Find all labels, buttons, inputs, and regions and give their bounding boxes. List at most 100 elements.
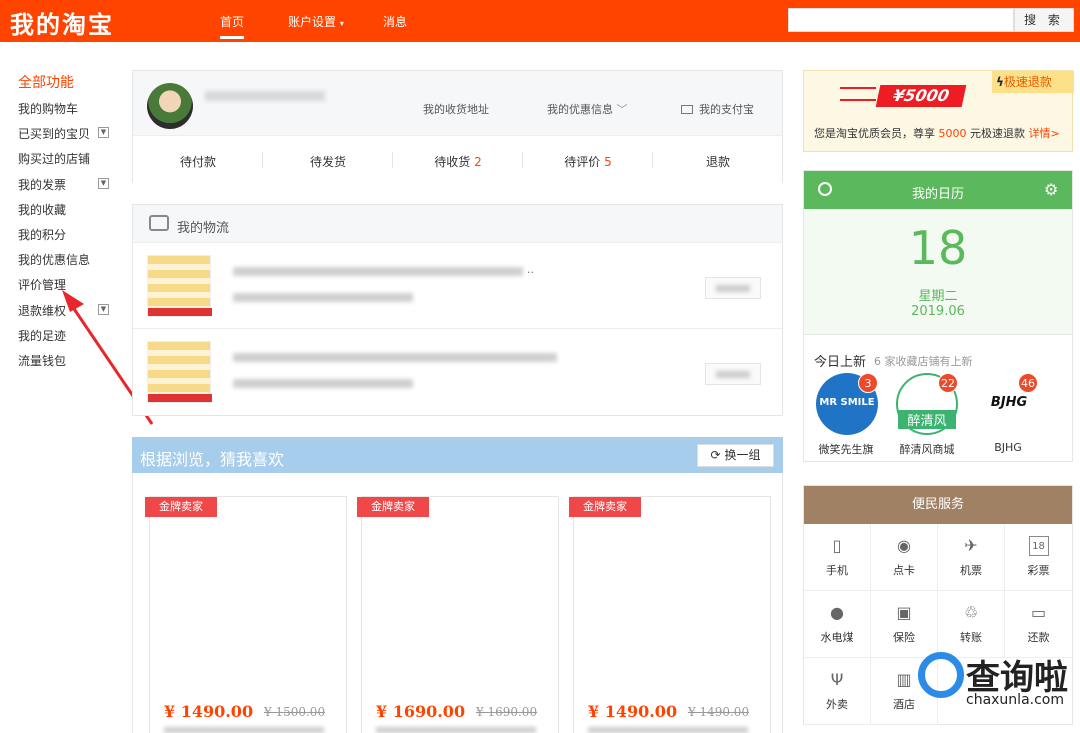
sidebar-item-footprint[interactable]: 我的足迹 [18, 327, 118, 352]
shop-name[interactable]: BJHG [968, 441, 1048, 454]
avatar[interactable] [147, 83, 193, 129]
search-input[interactable] [788, 8, 1014, 32]
top-bar: 我的淘宝 首页 账户设置 ▾ 消息 搜 索 [0, 0, 1080, 42]
sidebar-item-bought[interactable]: 已买到的宝贝 ▼ [18, 125, 118, 150]
expand-icon[interactable]: ▼ [98, 177, 109, 189]
address-link[interactable]: 我的收货地址 [423, 101, 489, 117]
view-logistics-button[interactable] [705, 363, 761, 385]
order-pending-payment[interactable]: 待付款 [133, 153, 263, 170]
watermark-url: chaxunla.com [966, 692, 1064, 708]
logistics-status-blurred [233, 353, 557, 362]
gear-icon[interactable]: ⚙ [1044, 180, 1058, 199]
sidebar-item-reviews[interactable]: 评价管理 [18, 276, 118, 301]
order-pending-shipment[interactable]: 待发货 [263, 153, 393, 170]
logistics-header: 我的物流 [133, 205, 782, 243]
chevron-down-icon: ▾ [339, 19, 344, 28]
refresh-button[interactable]: ⟳ 换一组 [697, 444, 774, 467]
watermark: 查询啦 chaxunla.com [912, 648, 1080, 712]
lottery-icon: 18 [1028, 536, 1049, 556]
alipay-link[interactable]: 我的支付宝 [681, 101, 754, 117]
nav-home[interactable]: 首页 [220, 13, 244, 30]
watermark-logo-icon [918, 652, 964, 698]
sidebar-item-label: 我的积分 [18, 227, 67, 242]
vip-text-part: 元极速退款 [966, 127, 1029, 140]
vip-refund-banner[interactable]: ¥5000 ϟ极速退款 您是淘宝优质会员，尊享 5000 元极速退款 详情> [803, 70, 1074, 152]
coupon-link-label: 我的优惠信息 [547, 103, 613, 116]
service-label: 转账 [960, 631, 982, 644]
expand-icon[interactable]: ▼ [98, 127, 109, 139]
logistics-item[interactable]: .. [133, 243, 782, 329]
expand-icon[interactable]: ▼ [98, 303, 109, 315]
logistics-time-blurred [233, 379, 413, 388]
view-logistics-button[interactable] [705, 277, 761, 299]
sidebar-item-favorites[interactable]: 我的收藏 [18, 201, 118, 226]
speed-lines-icon [840, 87, 876, 101]
service-lottery[interactable]: 18 彩票 [1005, 524, 1072, 591]
sidebar-item-label: 流量钱包 [18, 353, 67, 368]
shop-badge: 3 [858, 373, 878, 393]
nav-messages[interactable]: 消息 [383, 13, 407, 30]
refresh-label: 换一组 [724, 448, 761, 462]
service-label: 机票 [960, 564, 982, 577]
sidebar-item-label: 购买过的店铺 [18, 152, 91, 167]
product-card[interactable]: 金牌卖家 ¥ 1690.00 ¥ 1690.00 [357, 496, 559, 733]
product-old-price: ¥ 1490.00 [688, 705, 750, 719]
product-thumbnail[interactable] [147, 255, 212, 317]
coupon-link[interactable]: 我的优惠信息 ﹀ [547, 101, 628, 117]
product-title-blurred[interactable] [588, 727, 748, 733]
sidebar-item-label: 我的收藏 [18, 202, 67, 217]
logistics-item[interactable] [133, 329, 782, 415]
vip-amount: ¥5000 [875, 85, 967, 107]
logistics-status-blurred [233, 267, 523, 276]
service-game-card[interactable]: ◉ 点卡 [871, 524, 938, 591]
shop-name[interactable]: 微笑先生旗 [806, 441, 886, 457]
sidebar-item-label: 我的购物车 [18, 102, 79, 116]
sidebar-item-invoice[interactable]: 我的发票 ▼ [18, 176, 118, 201]
order-pending-review[interactable]: 待评价 5 [523, 153, 653, 170]
sidebar-title[interactable]: 全部功能 [18, 74, 118, 100]
truck-icon [149, 215, 169, 231]
service-label: 点卡 [893, 564, 915, 577]
order-refund[interactable]: 退款 [653, 153, 783, 170]
sidebar-item-label: 我的足迹 [18, 328, 67, 343]
service-flight[interactable]: ✈ 机票 [938, 524, 1005, 591]
gold-seller-badge: 金牌卖家 [145, 497, 217, 517]
product-thumbnail[interactable] [147, 341, 212, 403]
product-old-price: ¥ 1500.00 [264, 705, 326, 719]
order-pending-receipt[interactable]: 待收货 2 [393, 153, 523, 170]
sidebar: 全部功能 我的购物车 已买到的宝贝 ▼ 购买过的店铺 我的发票 ▼ 我的收藏 我的积… [18, 74, 118, 377]
calendar-panel: 我的日历 ⚙ 18 星期二 2019.06 今日上新 6 家收藏店铺有上新 MR… [803, 170, 1073, 462]
sidebar-item-shops[interactable]: 购买过的店铺 [18, 150, 118, 175]
nav-account-settings[interactable]: 账户设置 ▾ [288, 13, 344, 30]
product-title-blurred[interactable] [164, 727, 324, 733]
service-phone[interactable]: ▯ 手机 [804, 524, 871, 591]
service-takeout[interactable]: Ψ 外卖 [804, 658, 871, 725]
sidebar-item-data-wallet[interactable]: 流量钱包 [18, 352, 118, 377]
vip-detail-link[interactable]: 详情> [1029, 127, 1060, 140]
sidebar-item-points[interactable]: 我的积分 [18, 226, 118, 251]
sidebar-item-refund[interactable]: 退款维权 ▼ [18, 302, 118, 327]
service-label: 保险 [893, 631, 915, 644]
phone-icon: ▯ [832, 536, 842, 555]
order-count: 5 [604, 155, 612, 169]
chevron-down-icon: ﹀ [616, 103, 628, 116]
order-count: 2 [474, 155, 482, 169]
order-label: 待收货 [434, 155, 471, 169]
sidebar-item-label: 退款维权 [18, 303, 67, 318]
shop-logo-text: BJHG [990, 395, 1028, 410]
service-label: 水电煤 [820, 631, 854, 644]
profile-panel: 我的收货地址 我的优惠信息 ﹀ 我的支付宝 待付款 待发货 待收货 2 待评价 … [132, 70, 783, 183]
gamepad-icon: ◉ [897, 536, 911, 555]
sidebar-item-coupons[interactable]: 我的优惠信息 [18, 251, 118, 276]
logistics-title: 我的物流 [177, 221, 230, 236]
shop-name[interactable]: 醉清风商城 [887, 441, 967, 457]
search-button[interactable]: 搜 索 [1014, 8, 1074, 32]
sidebar-item-cart[interactable]: 我的购物车 [18, 100, 118, 125]
product-title-blurred[interactable] [376, 727, 536, 733]
service-utilities[interactable]: ● 水电煤 [804, 591, 871, 658]
calendar-title: 我的日历 [911, 187, 964, 202]
product-card[interactable]: 金牌卖家 ¥ 1490.00 ¥ 1490.00 [569, 496, 771, 733]
brand-logo[interactable]: 我的淘宝 [10, 5, 114, 40]
product-old-price: ¥ 1690.00 [476, 705, 538, 719]
product-card[interactable]: 金牌卖家 ¥ 1490.00 ¥ 1500.00 [145, 496, 347, 733]
